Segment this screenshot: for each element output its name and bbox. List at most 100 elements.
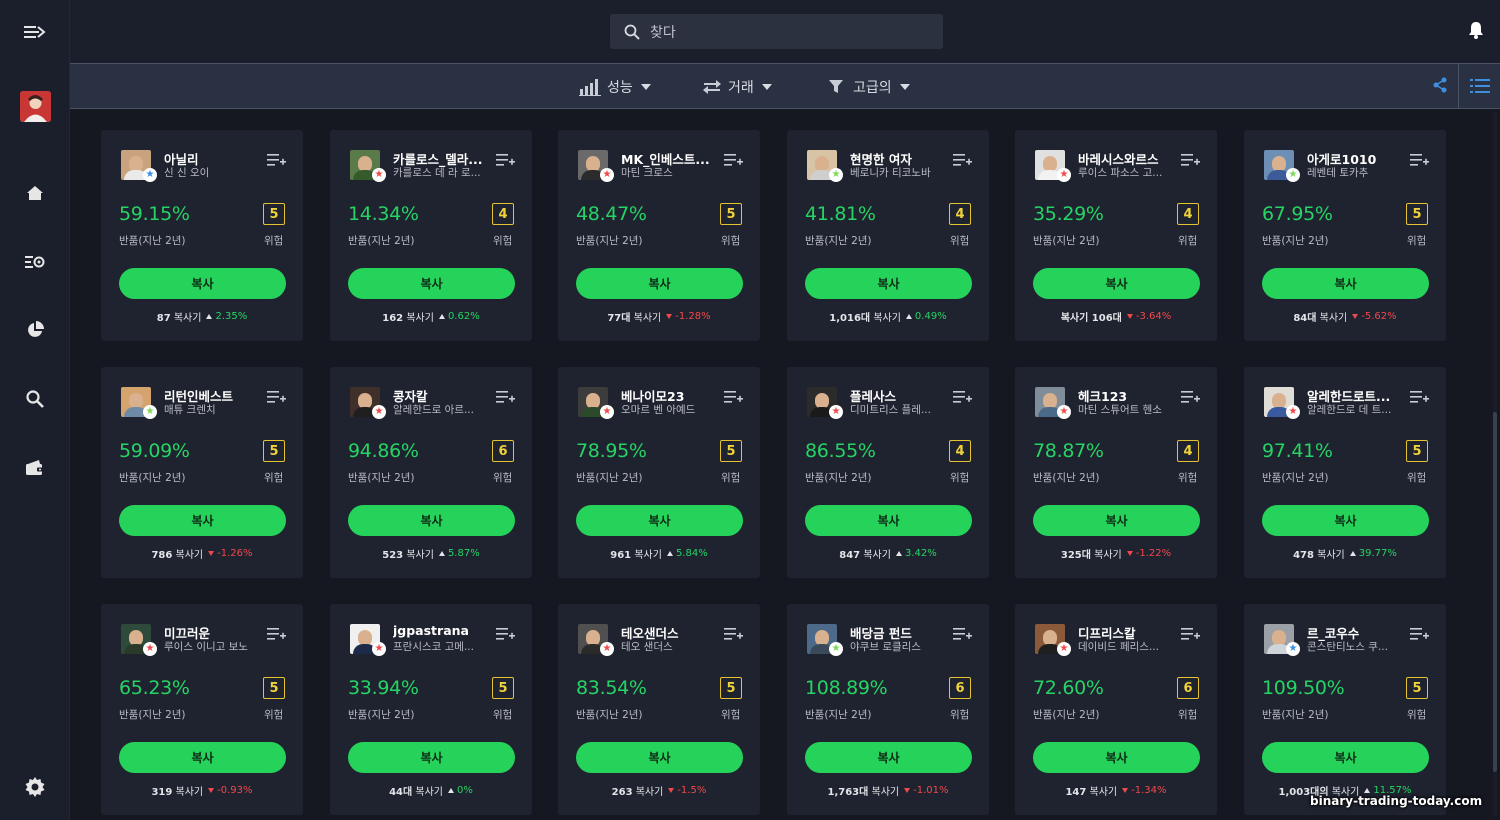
trader-card[interactable]: ★ 아게로1010 레벤테 토카추 67.95% 5 반품(지난 2년) 위험 … [1244,130,1446,341]
copy-button[interactable]: 복사 [576,742,743,773]
add-to-list-icon[interactable] [724,626,743,645]
add-to-list-icon[interactable] [267,626,286,645]
risk-label: 위험 [1407,235,1427,247]
search-bar[interactable]: 찾다 [610,14,943,49]
return-percentage: 94.86% [348,440,419,462]
copy-button[interactable]: 복사 [805,268,972,299]
add-to-list-icon[interactable] [496,626,515,645]
risk-score: 5 [720,440,742,462]
trader-card[interactable]: ★ 테오샌더스 테오 샌더스 83.54% 5 반품(지난 2년) 위험 복사 … [558,604,760,815]
copy-button[interactable]: 복사 [1033,742,1200,773]
copiers-row: 84대 복사기 -5.62% [1244,309,1446,324]
add-to-list-icon[interactable] [1181,152,1200,171]
copy-button[interactable]: 복사 [1262,505,1429,536]
trader-card[interactable]: ★ 알레한드로트... 알레한드로 데 트... 97.41% 5 반품(지난 … [1244,367,1446,578]
copy-button[interactable]: 복사 [576,505,743,536]
copy-button[interactable]: 복사 [1262,742,1429,773]
collapse-menu-icon[interactable] [0,12,70,52]
portfolio-pie-icon[interactable] [0,310,70,350]
trader-card[interactable]: ★ 콩자칼 알레한드로 아르... 94.86% 6 반품(지난 2년) 위험 … [330,367,532,578]
trader-card[interactable]: ★ MK_인베스트... 마틴 크로스 48.47% 5 반품(지난 2년) 위… [558,130,760,341]
copy-button[interactable]: 복사 [119,742,286,773]
search-icon[interactable] [0,379,70,419]
return-label: 반품(지난 2년) [576,235,643,247]
add-to-list-icon[interactable] [1410,152,1429,171]
return-label: 반품(지난 2년) [805,709,872,721]
copy-button[interactable]: 복사 [805,505,972,536]
trader-card[interactable]: ★ 헤크123 마틴 스튜어트 헨소 78.87% 4 반품(지난 2년) 위험… [1015,367,1217,578]
trader-card[interactable]: ★ 아닐리 신 신 오이 59.15% 5 반품(지난 2년) 위험 복사 87… [101,130,303,341]
filter-advanced[interactable]: 고급의 [829,75,910,99]
trader-card[interactable]: ★ 현명한 여자 베로니카 티코노바 41.81% 4 반품(지난 2년) 위험… [787,130,989,341]
trader-card[interactable]: ★ 카를로스_델라... 카를로스 데 라 로... 14.34% 4 반품(지… [330,130,532,341]
trader-card[interactable]: ★ 디프리스칼 데이비드 페리스... 72.60% 6 반품(지난 2년) 위… [1015,604,1217,815]
copy-button[interactable]: 복사 [119,268,286,299]
star-badge-icon: ★ [1057,168,1071,182]
return-label: 반품(지난 2년) [1262,709,1329,721]
copy-button[interactable]: 복사 [348,742,515,773]
copy-button[interactable]: 복사 [119,505,286,536]
add-to-list-icon[interactable] [267,152,286,171]
add-to-list-icon[interactable] [267,389,286,408]
star-badge-icon: ★ [600,168,614,182]
copy-button[interactable]: 복사 [805,742,972,773]
return-percentage: 65.23% [119,677,190,699]
add-to-list-icon[interactable] [953,389,972,408]
copiers-row: 복사기 106대 -3.64% [1015,309,1217,324]
copy-button[interactable]: 복사 [1033,268,1200,299]
copiers-count: 84대 복사기 [1293,313,1348,324]
risk-score: 5 [263,677,285,699]
trader-card[interactable]: ★ 배당금 펀드 야쿠브 로클리스 108.89% 6 반품(지난 2년) 위험… [787,604,989,815]
trader-card[interactable]: ★ 미끄러운 루이스 이니고 보노 65.23% 5 반품(지난 2년) 위험 … [101,604,303,815]
risk-score: 4 [1177,203,1199,225]
wallet-icon[interactable] [0,448,70,488]
add-to-list-icon[interactable] [496,389,515,408]
notification-bell-icon[interactable] [1468,21,1484,43]
add-to-list-icon[interactable] [724,152,743,171]
trader-card[interactable]: ★ 리턴인베스트 매튜 크렌치 59.09% 5 반품(지난 2년) 위험 복사… [101,367,303,578]
add-to-list-icon[interactable] [953,152,972,171]
trader-card[interactable]: ★ jgpastrana 프란시스코 고메... 33.94% 5 반품(지난 … [330,604,532,815]
copy-button[interactable]: 복사 [576,268,743,299]
copiers-row: 325대 복사기 -1.22% [1015,546,1217,561]
trader-card[interactable]: ★ 플레사스 디미트리스 플레... 86.55% 4 반품(지난 2년) 위험… [787,367,989,578]
copiers-row: 44대 복사기 0% [330,783,532,798]
filter-bar: 성능 거래 고급의 [70,63,1500,109]
trader-card[interactable]: ★ 베나이모23 오마르 벤 아예드 78.95% 5 반품(지난 2년) 위험… [558,367,760,578]
copy-button[interactable]: 복사 [348,268,515,299]
scrollbar-thumb[interactable] [1493,412,1497,772]
watchlist-icon[interactable] [0,242,70,282]
arrow-down-icon [1122,788,1129,793]
arrow-down-icon [668,788,675,793]
trader-card[interactable]: ★ 르_코우수 콘스탄티노스 쿠... 109.50% 5 반품(지난 2년) … [1244,604,1446,815]
home-icon[interactable] [0,173,70,213]
risk-score: 6 [949,677,971,699]
add-to-list-icon[interactable] [1410,389,1429,408]
chevron-down-icon [899,84,910,90]
settings-icon[interactable] [0,767,70,807]
copy-button[interactable]: 복사 [1033,505,1200,536]
add-to-list-icon[interactable] [1181,626,1200,645]
list-view-icon[interactable] [1458,64,1500,108]
return-percentage: 86.55% [805,440,876,462]
change-indicator: 0.62% [438,311,480,322]
risk-score: 4 [492,203,514,225]
return-label: 반품(지난 2년) [348,709,415,721]
filter-performance[interactable]: 성능 [579,75,651,99]
add-to-list-icon[interactable] [1410,626,1429,645]
copiers-count: 263 복사기 [611,787,664,798]
arrow-up-icon [438,551,445,556]
add-to-list-icon[interactable] [1181,389,1200,408]
add-to-list-icon[interactable] [724,389,743,408]
add-to-list-icon[interactable] [496,152,515,171]
add-to-list-icon[interactable] [953,626,972,645]
risk-label: 위험 [721,709,741,721]
copy-button[interactable]: 복사 [1262,268,1429,299]
copy-button[interactable]: 복사 [348,505,515,536]
user-avatar[interactable] [20,91,51,122]
arrow-up-icon [905,314,912,319]
trader-card[interactable]: ★ 바레시스와르스 루이스 파소스 고... 35.29% 4 반품(지난 2년… [1015,130,1217,341]
filter-trading[interactable]: 거래 [702,75,772,99]
share-icon[interactable] [1432,77,1448,97]
copiers-count: 77대 복사기 [607,313,662,324]
